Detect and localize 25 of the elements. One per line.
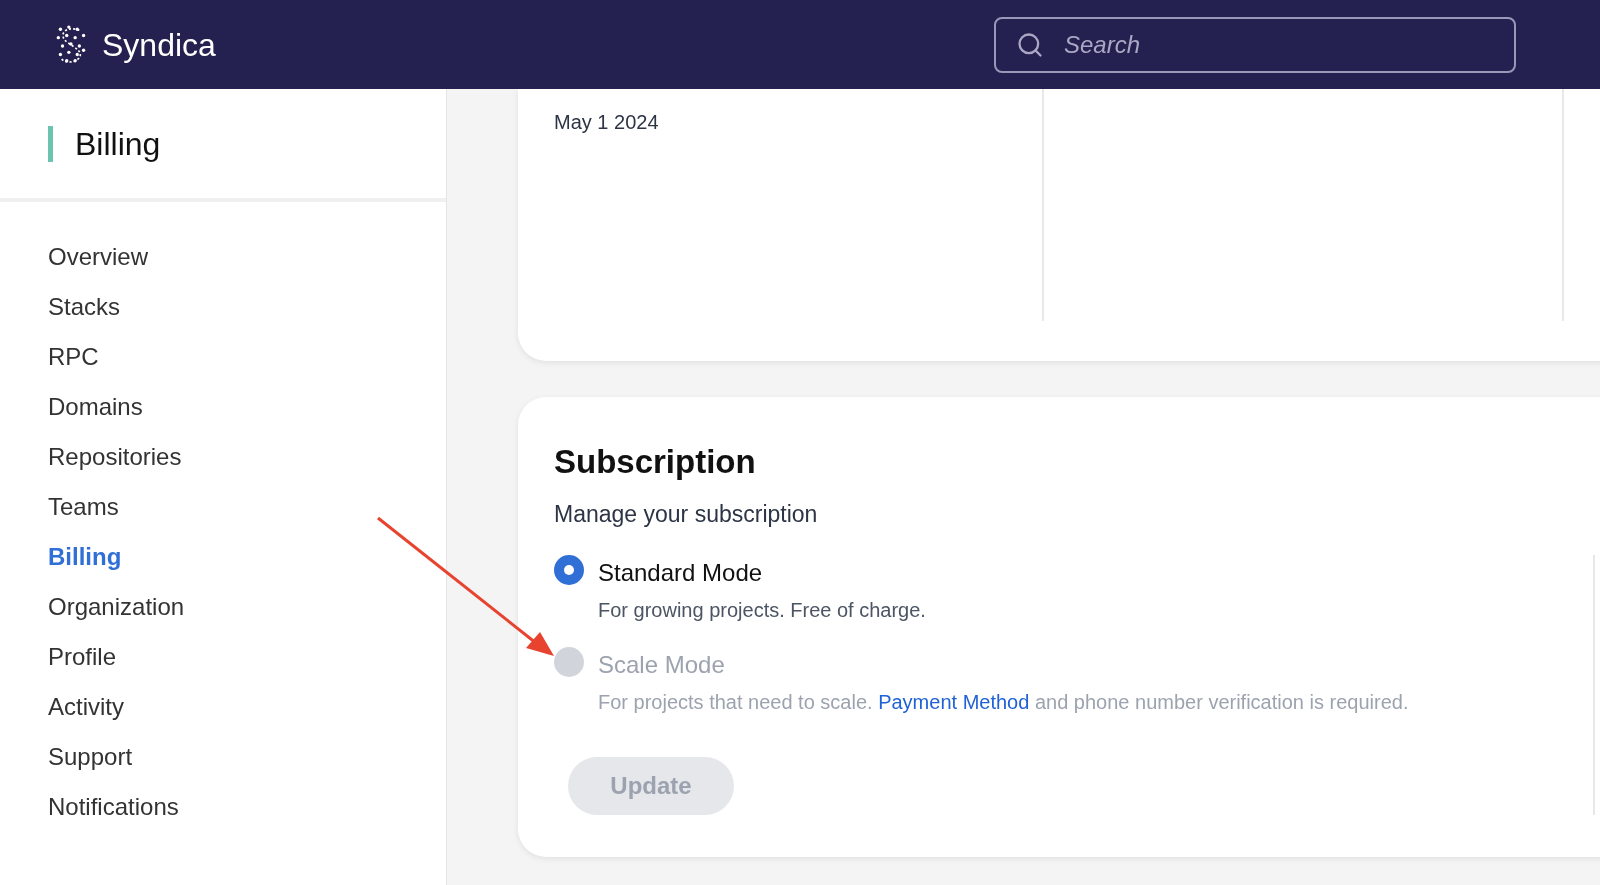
section-title: Subscription bbox=[554, 442, 756, 482]
sidebar-item[interactable]: Domains bbox=[48, 390, 143, 424]
sidebar-item[interactable]: Repositories bbox=[48, 440, 182, 474]
search-icon bbox=[1016, 30, 1044, 59]
sidebar-item[interactable]: Activity bbox=[48, 690, 124, 724]
radio-button[interactable] bbox=[554, 555, 584, 585]
sidebar-item[interactable]: RPC bbox=[48, 340, 99, 374]
sidebar-title: Billing bbox=[75, 124, 161, 164]
section-subtitle: Manage your subscription bbox=[554, 499, 818, 529]
option-label: Scale Mode bbox=[598, 650, 725, 680]
sidebar-item[interactable]: Overview bbox=[48, 240, 149, 274]
title-accent-bar bbox=[48, 125, 53, 162]
sidebar-item[interactable]: Teams bbox=[48, 490, 119, 524]
brand-name: Syndica bbox=[102, 25, 216, 65]
sidebar-item[interactable]: Organization bbox=[48, 590, 185, 624]
sidebar-item[interactable]: Notifications bbox=[48, 790, 179, 824]
sidebar-item[interactable]: Billing bbox=[48, 540, 122, 574]
option-description: For growing projects. Free of charge. bbox=[598, 598, 926, 623]
sidebar-item[interactable]: Support bbox=[48, 740, 133, 774]
option-label: Standard Mode bbox=[598, 558, 763, 588]
sidebar-item[interactable]: Stacks bbox=[48, 290, 121, 324]
sidebar-item[interactable]: Profile bbox=[48, 640, 117, 674]
search-field[interactable]: Search bbox=[994, 16, 1516, 73]
option-description: For projects that need to scale. Payment Method and phone number verification is required. bbox=[598, 690, 1409, 715]
date-text: May 1 2024 bbox=[554, 111, 659, 133]
